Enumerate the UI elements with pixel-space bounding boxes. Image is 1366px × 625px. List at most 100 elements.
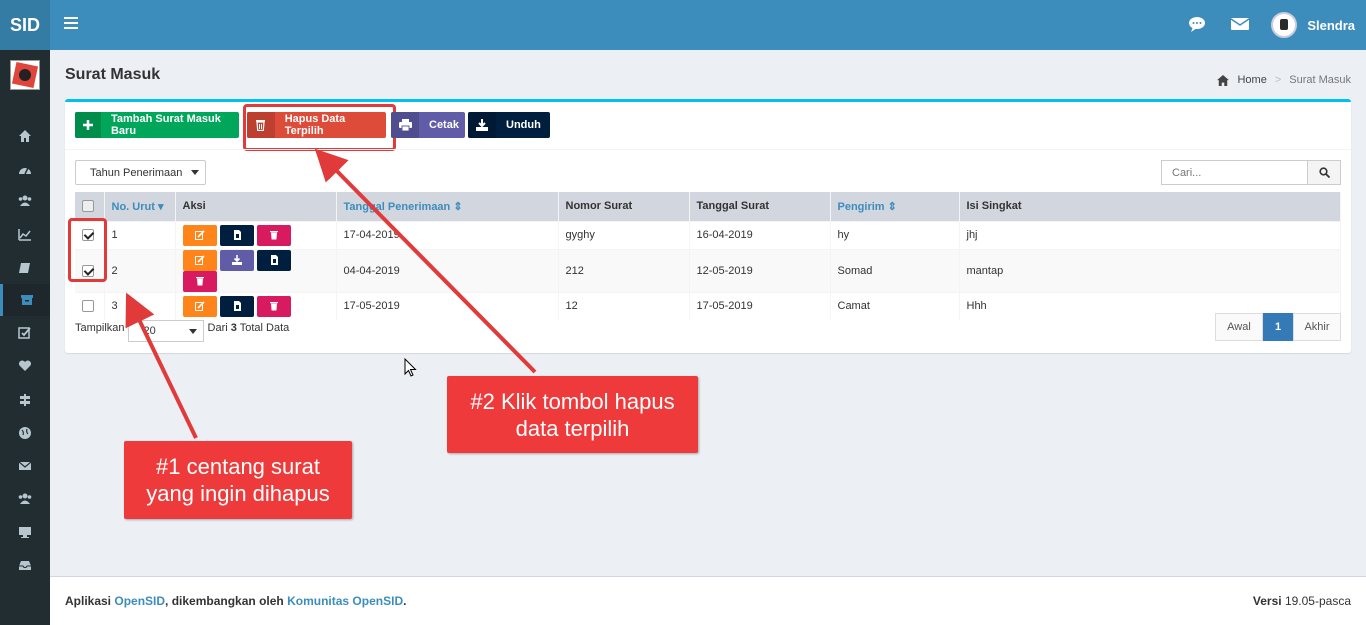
download-button[interactable]: Unduh — [468, 112, 550, 138]
sidebar-item-analysis[interactable] — [0, 384, 50, 416]
cell-actions — [175, 291, 337, 320]
sidebar-item-users[interactable] — [0, 483, 50, 515]
page-title: Surat Masuk — [65, 66, 161, 83]
total-info: Dari 3 Total Data — [207, 322, 290, 334]
edit-button[interactable] — [182, 249, 217, 271]
add-letter-button[interactable]: Tambah Surat Masuk Baru — [75, 112, 239, 138]
edit-button[interactable] — [182, 224, 217, 246]
cell-nomor-surat: 212 — [558, 248, 690, 292]
page-last[interactable]: Akhir — [1293, 313, 1341, 341]
show-label: Tampilkan — [75, 322, 125, 334]
home-icon — [19, 130, 31, 142]
users-icon — [18, 195, 32, 206]
home-icon — [1217, 74, 1230, 86]
sidebar-item-assistance[interactable] — [0, 350, 50, 382]
year-filter-value: Tahun Penerimaan — [90, 167, 183, 179]
cell-tanggal-surat: 17-05-2019 — [689, 291, 831, 320]
per-page-value: 20 — [143, 325, 156, 337]
search-input[interactable] — [1161, 160, 1307, 185]
sidebar-item-admin-web[interactable] — [0, 516, 50, 548]
opensid-link[interactable]: OpenSID — [114, 594, 165, 608]
user-group-icon — [18, 493, 32, 504]
sidebar-item-population[interactable] — [0, 185, 50, 217]
cell-no: 2 — [104, 248, 176, 292]
print-label: Cetak — [429, 119, 459, 131]
delete-row-button[interactable] — [256, 224, 291, 246]
chat-icon[interactable] — [1187, 14, 1207, 34]
annotation-highlight-delete — [243, 104, 396, 151]
checkbox-icon — [18, 327, 31, 339]
sidebar-item-statistics[interactable] — [0, 219, 50, 251]
user-menu[interactable]: Slendra — [1271, 0, 1366, 50]
sidebar-item-secretariat[interactable] — [0, 284, 50, 316]
community-link[interactable]: Komunitas OpenSID — [287, 594, 403, 608]
add-letter-label: Tambah Surat Masuk Baru — [110, 113, 221, 137]
header-pengirim[interactable]: Pengirim ⇕ — [830, 192, 960, 221]
header-no-urut[interactable]: No. Urut ▾ — [104, 192, 176, 221]
sidebar-item-home[interactable] — [0, 120, 50, 152]
edit-button[interactable] — [182, 295, 217, 317]
breadcrumb-current: Surat Masuk — [1289, 74, 1351, 86]
cell-pengirim: Somad — [830, 248, 960, 292]
download-icon — [468, 112, 496, 138]
print-button[interactable]: Cetak — [391, 112, 465, 138]
header-aksi: Aksi — [175, 192, 337, 221]
table-row: 1 17-04-2019 gyghy 16-04-2019 hy jhj — [75, 220, 1341, 249]
row-checkbox[interactable] — [82, 300, 94, 313]
breadcrumb-home[interactable]: Home — [1237, 74, 1266, 86]
menu-toggle-icon[interactable] — [64, 17, 78, 31]
view-file-button[interactable] — [256, 249, 291, 271]
footer-version: Versi 19.05-pasca — [1252, 594, 1351, 608]
year-filter-select[interactable]: Tahun Penerimaan — [75, 160, 206, 185]
inbox-icon — [19, 561, 31, 570]
cell-pengirim: hy — [830, 220, 960, 249]
breadcrumb: Home > Surat Masuk — [1217, 74, 1351, 86]
signpost-icon — [20, 394, 30, 406]
table-header-row: No. Urut ▾ Aksi Tanggal Penerimaan ⇕ Nom… — [75, 192, 1341, 221]
app-logo[interactable]: SID — [0, 0, 50, 50]
sidebar-item-sms[interactable] — [0, 450, 50, 482]
delete-row-button[interactable] — [182, 270, 217, 292]
archive-icon — [20, 295, 33, 305]
select-all-checkbox[interactable] — [82, 200, 94, 213]
cell-nomor-surat: gyghy — [558, 220, 690, 249]
table-row: 3 17-05-2019 12 17-05-2019 Camat Hhh — [75, 291, 1341, 320]
search-icon — [1318, 167, 1330, 178]
header-select-all — [75, 192, 105, 221]
file-icon — [233, 230, 241, 240]
desktop-icon — [19, 527, 31, 538]
sidebar-item-dashboard[interactable] — [0, 154, 50, 186]
trash-icon — [195, 277, 204, 286]
header-nomor-surat: Nomor Surat — [558, 192, 690, 221]
view-file-button[interactable] — [219, 295, 254, 317]
cell-tanggal-surat: 12-05-2019 — [689, 248, 831, 292]
mail-icon[interactable] — [1230, 14, 1250, 34]
sidebar-item-inbox[interactable] — [0, 549, 50, 581]
caret-down-icon — [191, 170, 199, 175]
cell-tanggal-penerimaan: 17-05-2019 — [336, 291, 559, 320]
header-tanggal-penerimaan[interactable]: Tanggal Penerimaan ⇕ — [336, 192, 559, 221]
view-file-button[interactable] — [219, 224, 254, 246]
sidebar-item-letters[interactable] — [0, 252, 50, 284]
page-first[interactable]: Awal — [1215, 313, 1263, 341]
file-icon — [233, 301, 241, 312]
delete-row-button[interactable] — [256, 295, 291, 317]
line-chart-icon — [18, 229, 31, 241]
letters-box: Tambah Surat Masuk Baru Hapus Data Terpi… — [65, 99, 1351, 353]
breadcrumb-separator: > — [1274, 74, 1282, 86]
dashboard-icon — [19, 167, 31, 175]
cell-actions — [175, 220, 337, 249]
sidebar-item-finance[interactable] — [0, 317, 50, 349]
cell-isi-singkat: mantap — [959, 248, 1341, 292]
page-current[interactable]: 1 — [1263, 313, 1293, 341]
search-button[interactable] — [1307, 160, 1341, 185]
cell-no: 3 — [104, 291, 176, 320]
download-row-button[interactable] — [219, 249, 254, 271]
header-isi-singkat: Isi Singkat — [959, 192, 1341, 221]
annotation-highlight-checkboxes — [68, 218, 107, 282]
per-page-select[interactable]: 20 — [127, 320, 204, 342]
book-icon — [19, 263, 30, 273]
sidebar-item-map[interactable] — [0, 417, 50, 449]
pagination: Awal 1 Akhir — [1215, 313, 1341, 341]
heart-icon — [18, 360, 32, 371]
